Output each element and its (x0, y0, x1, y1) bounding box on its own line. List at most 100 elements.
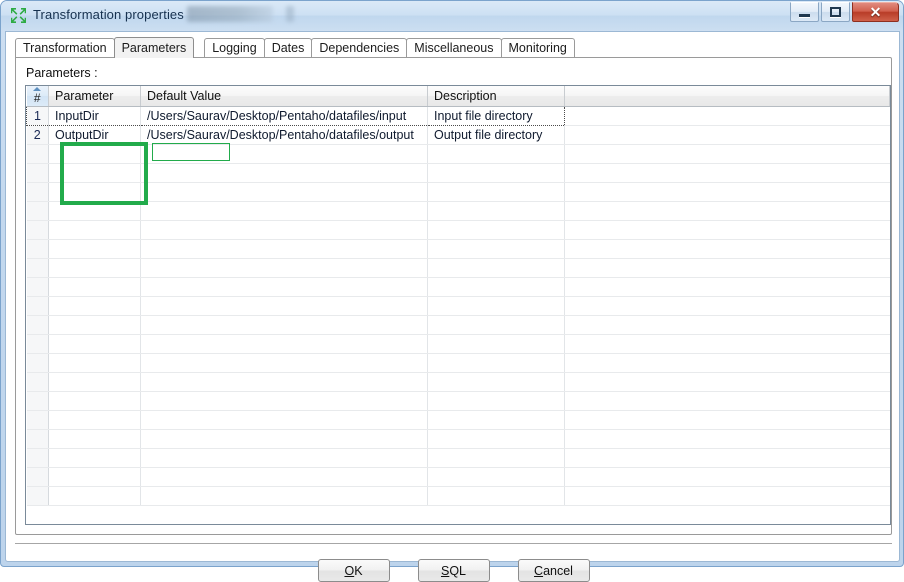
cell-empty[interactable] (427, 163, 565, 183)
cell-empty[interactable] (26, 391, 49, 411)
cell-parameter[interactable]: OutputDir (48, 125, 141, 145)
cell-parameter[interactable]: InputDir (48, 105, 141, 126)
cell-empty[interactable] (564, 239, 890, 259)
cell-empty[interactable] (140, 315, 428, 335)
table-row-empty[interactable] (26, 163, 890, 183)
cell-empty[interactable] (564, 182, 890, 202)
cell-empty[interactable] (140, 182, 428, 202)
table-row-empty[interactable] (26, 182, 890, 202)
cell-empty[interactable] (26, 144, 49, 164)
cell-empty[interactable] (48, 182, 141, 202)
cell-empty[interactable] (427, 467, 565, 487)
cell-empty[interactable] (564, 315, 890, 335)
table-row-empty[interactable] (26, 239, 890, 259)
cell-empty[interactable] (564, 144, 890, 164)
column-header-parameter[interactable]: Parameter (48, 86, 141, 107)
cell-empty[interactable] (427, 144, 565, 164)
table-row-empty[interactable] (26, 315, 890, 335)
cell-row-number[interactable]: 1 (26, 105, 49, 126)
cell-empty[interactable] (427, 353, 565, 373)
table-row-empty[interactable] (26, 429, 890, 449)
minimize-button[interactable] (790, 2, 819, 22)
cell-empty[interactable] (427, 220, 565, 240)
cell-empty[interactable] (48, 277, 141, 297)
cell-empty[interactable] (564, 467, 890, 487)
cell-empty[interactable] (427, 391, 565, 411)
tab-miscellaneous[interactable]: Miscellaneous (406, 38, 502, 58)
table-row-empty[interactable] (26, 220, 890, 240)
table-row-empty[interactable] (26, 201, 890, 221)
cell-empty[interactable] (26, 448, 49, 468)
cell-empty[interactable] (564, 391, 890, 411)
table-row[interactable]: 1 InputDir/Users/Saurav/Desktop/Pentaho/d… (26, 105, 890, 126)
cell-empty[interactable] (26, 410, 49, 430)
cell-empty[interactable] (26, 353, 49, 373)
cell-empty[interactable] (26, 220, 49, 240)
cancel-button[interactable]: Cancel (517, 559, 590, 582)
cell-empty[interactable] (48, 410, 141, 430)
column-header-description[interactable]: Description (427, 86, 565, 107)
cell-empty[interactable] (427, 429, 565, 449)
cell-empty[interactable] (427, 410, 565, 430)
cell-empty[interactable] (26, 258, 49, 278)
ok-button[interactable]: OK (317, 559, 390, 582)
cell-empty[interactable] (26, 372, 49, 392)
cell-empty[interactable] (26, 182, 49, 202)
cell-empty[interactable] (564, 296, 890, 316)
cell-empty[interactable] (564, 372, 890, 392)
cell-empty[interactable] (140, 429, 428, 449)
cell-empty[interactable] (564, 486, 890, 506)
cell-empty[interactable] (140, 239, 428, 259)
cell-empty[interactable] (427, 334, 565, 354)
cell-empty[interactable] (26, 163, 49, 183)
cell-empty[interactable] (48, 163, 141, 183)
cell-empty[interactable] (564, 334, 890, 354)
column-header-default-value[interactable]: Default Value (140, 86, 428, 107)
cell-empty[interactable] (427, 277, 565, 297)
cell-empty[interactable] (48, 239, 141, 259)
tab-dependencies[interactable]: Dependencies (311, 38, 408, 58)
table-row-empty[interactable] (26, 486, 890, 506)
cell-empty[interactable] (48, 334, 141, 354)
tab-transformation[interactable]: Transformation (15, 38, 115, 58)
title-bar[interactable]: Transformation properties ✕ (1, 1, 903, 30)
cell-empty[interactable] (26, 296, 49, 316)
cell-description[interactable]: Output file directory (427, 125, 565, 145)
cell-empty[interactable] (564, 429, 890, 449)
table-row-empty[interactable] (26, 144, 890, 164)
cell-empty[interactable] (48, 448, 141, 468)
cell-empty[interactable] (564, 201, 890, 221)
cell-empty[interactable] (427, 448, 565, 468)
tab-dates[interactable]: Dates (263, 38, 313, 58)
cell-empty[interactable] (140, 277, 428, 297)
cell-empty[interactable] (48, 296, 141, 316)
cell-empty[interactable] (427, 239, 565, 259)
cell-empty[interactable] (48, 372, 141, 392)
cell-empty[interactable] (140, 353, 428, 373)
cell-empty[interactable] (564, 163, 890, 183)
cell-default-value[interactable]: /Users/Saurav/Desktop/Pentaho/datafiles/… (140, 125, 428, 145)
table-row-empty[interactable] (26, 410, 890, 430)
cell-empty[interactable] (26, 334, 49, 354)
cell-empty[interactable] (564, 410, 890, 430)
cell-empty[interactable] (26, 429, 49, 449)
cell-empty[interactable] (427, 372, 565, 392)
table-row-empty[interactable] (26, 372, 890, 392)
table-row-empty[interactable] (26, 258, 890, 278)
cell-empty[interactable] (140, 296, 428, 316)
table-row-empty[interactable] (26, 391, 890, 411)
cell-empty[interactable] (26, 277, 49, 297)
cell-empty[interactable] (26, 201, 49, 221)
cell-empty[interactable] (48, 467, 141, 487)
cell-empty[interactable] (564, 258, 890, 278)
cell-empty[interactable] (140, 220, 428, 240)
cell-empty[interactable] (48, 429, 141, 449)
cell-empty[interactable] (48, 258, 141, 278)
cell-empty[interactable] (140, 372, 428, 392)
column-header-rownum[interactable]: # (26, 86, 49, 107)
cell-empty[interactable] (48, 353, 141, 373)
table-row-empty[interactable] (26, 334, 890, 354)
table-row-empty[interactable] (26, 467, 890, 487)
maximize-button[interactable] (821, 2, 850, 22)
cell-empty[interactable] (26, 486, 49, 506)
